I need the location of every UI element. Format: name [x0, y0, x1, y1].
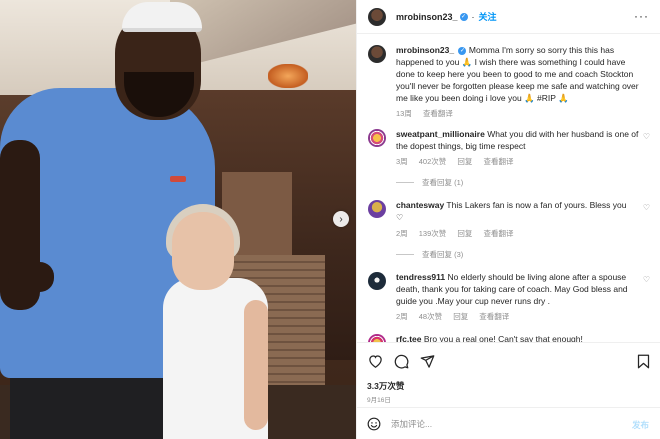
likes-count[interactable]: 3.3万次赞: [367, 380, 404, 392]
comment-meta: 2周 48次赞 回复 查看翻译: [396, 311, 642, 322]
comment-time: 3周: [396, 157, 408, 166]
next-photo-button[interactable]: ›: [333, 211, 349, 227]
comment-username[interactable]: sweatpant_millionaire: [396, 129, 485, 139]
heart-icon: [368, 355, 382, 368]
comment-item: tendress911 No elderly should be living …: [368, 271, 650, 322]
comment-item: sweatpant_millionaire What you did with …: [368, 128, 650, 167]
comment-username[interactable]: chantesway: [396, 200, 444, 210]
photo-woman-arm: [244, 300, 268, 430]
comment-button[interactable]: [393, 353, 409, 369]
save-button[interactable]: [635, 353, 651, 369]
post-photo[interactable]: ›: [0, 0, 356, 439]
comment-meta: 3周 402次赞 回复 查看翻译: [396, 156, 642, 167]
replies-divider: [396, 254, 414, 255]
comment-username[interactable]: tendress911: [396, 272, 445, 282]
avatar[interactable]: [368, 334, 386, 342]
photo-pendant-lamp: [268, 64, 308, 88]
comment-body: tendress911 No elderly should be living …: [396, 271, 642, 307]
share-button[interactable]: [419, 353, 435, 369]
more-horizontal-icon[interactable]: ···: [634, 9, 649, 23]
like-button[interactable]: [367, 353, 383, 369]
comment-body: rfc.tee Bro you a real one! Can't say th…: [396, 333, 642, 342]
add-comment-bar: 发布: [357, 407, 660, 439]
heart-emoji: ♡: [396, 213, 404, 222]
verified-badge-icon: ✓: [458, 46, 467, 55]
chevron-right-icon: ›: [339, 213, 343, 225]
post-header: mrobinson23_ ✓ · 关注 ···: [357, 0, 660, 34]
post-actions: 3.3万次赞 9月16日 发布: [357, 342, 660, 439]
comment-item: rfc.tee Bro you a real one! Can't say th…: [368, 333, 650, 342]
action-icons: [367, 353, 435, 369]
emoji-icon[interactable]: [367, 417, 381, 431]
heart-icon[interactable]: ♡: [643, 132, 650, 141]
photo-man-hand: [8, 262, 54, 292]
avatar[interactable]: [368, 45, 386, 63]
post-author-username[interactable]: mrobinson23_: [396, 12, 458, 22]
view-replies-label: 查看回复 (1): [422, 178, 464, 187]
comment-icon: [394, 354, 408, 369]
replies-divider: [396, 182, 414, 183]
avatar[interactable]: [368, 129, 386, 147]
post-side-panel: mrobinson23_ ✓ · 关注 ··· mrobinson23_ ✓ M…: [356, 0, 660, 439]
see-translation-link[interactable]: 查看翻译: [423, 109, 453, 118]
view-replies-link[interactable]: 查看回复 (1): [396, 177, 650, 188]
heart-icon[interactable]: ♡: [643, 275, 650, 284]
reply-button[interactable]: 回复: [457, 229, 472, 238]
separator-dot: ·: [471, 11, 475, 22]
comment-text: Bro you a real one! Can't say that enoug…: [423, 334, 583, 342]
comment-meta: 2周 139次赞 回复 查看翻译: [396, 228, 642, 239]
heart-icon[interactable]: ♡: [643, 203, 650, 212]
avatar[interactable]: [368, 200, 386, 218]
bookmark-icon: [637, 354, 649, 368]
caption-username[interactable]: mrobinson23_: [396, 45, 454, 55]
caption-meta: 13周 查看翻译: [396, 108, 642, 119]
post-date[interactable]: 9月16日: [367, 394, 391, 404]
comment-body: chantesway This Lakers fan is now a fan …: [396, 199, 642, 224]
comment-time: 2周: [396, 229, 408, 238]
verified-badge-icon: ✓: [459, 12, 468, 21]
comment-item: chantesway This Lakers fan is now a fan …: [368, 199, 650, 239]
see-translation-link[interactable]: 查看翻译: [483, 157, 513, 166]
caption: mrobinson23_ ✓ Momma I'm sorry so sorry …: [368, 44, 650, 119]
reply-button[interactable]: 回复: [453, 312, 468, 321]
photo-shirt-logo: [170, 176, 186, 182]
comment-body: sweatpant_millionaire What you did with …: [396, 128, 642, 152]
post-comment-button[interactable]: 发布: [632, 419, 649, 431]
view-replies-label: 查看回复 (3): [422, 250, 464, 259]
comment-username[interactable]: rfc.tee: [396, 334, 422, 342]
caption-body: mrobinson23_ ✓ Momma I'm sorry so sorry …: [396, 44, 642, 104]
caption-time: 13周: [396, 109, 412, 118]
avatar[interactable]: [368, 7, 386, 26]
comment-likes[interactable]: 402次赞: [419, 157, 447, 166]
comment-time: 2周: [396, 312, 408, 321]
comment-likes[interactable]: 48次赞: [419, 312, 442, 321]
comment-input[interactable]: [391, 419, 591, 429]
photo-man-cap: [122, 2, 202, 32]
comment-text: This Lakers fan is now a fan of yours. B…: [446, 200, 627, 210]
comment-likes[interactable]: 139次赞: [419, 229, 447, 238]
reply-button[interactable]: 回复: [457, 157, 472, 166]
view-replies-link[interactable]: 查看回复 (3): [396, 249, 650, 260]
comments-list[interactable]: mrobinson23_ ✓ Momma I'm sorry so sorry …: [357, 34, 660, 342]
avatar[interactable]: [368, 272, 386, 290]
photo-woman-face: [172, 212, 234, 290]
see-translation-link[interactable]: 查看翻译: [483, 229, 513, 238]
see-translation-link[interactable]: 查看翻译: [479, 312, 509, 321]
send-icon: [420, 354, 434, 368]
follow-button[interactable]: 关注: [479, 10, 497, 23]
